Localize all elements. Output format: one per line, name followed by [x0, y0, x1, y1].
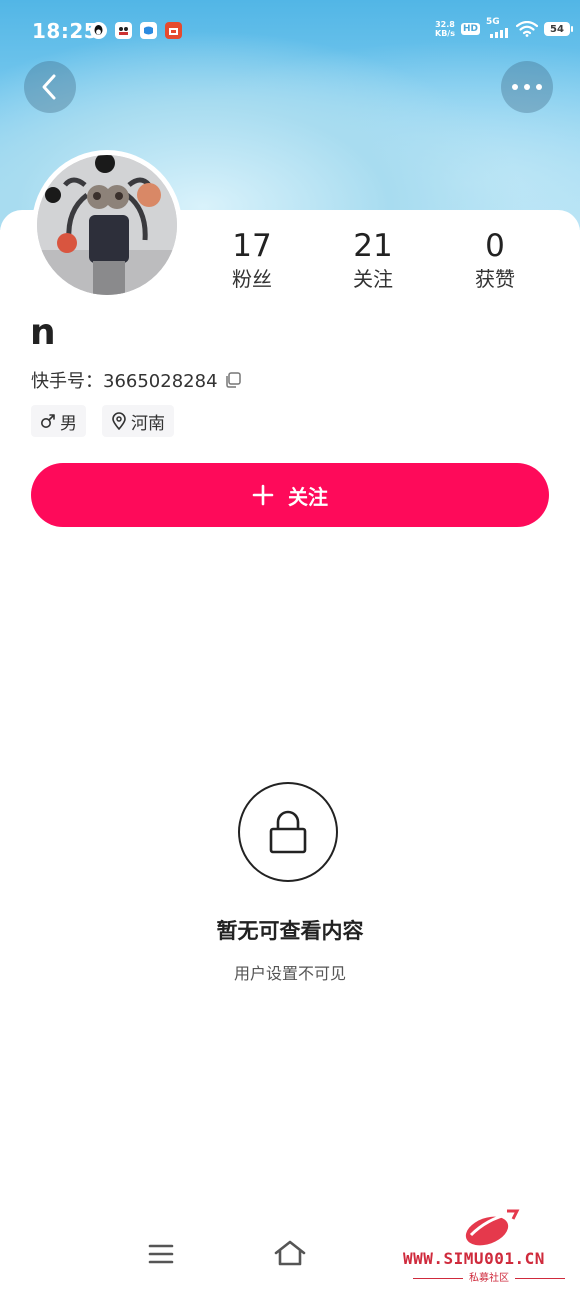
home-button[interactable] [272, 1238, 308, 1272]
message-app-icon [140, 22, 157, 39]
avatar-image [37, 155, 177, 295]
follow-button[interactable]: 关注 [31, 463, 549, 527]
stat-followers[interactable]: 17 粉丝 [197, 228, 307, 294]
user-id-label: 快手号：3665028284 [31, 371, 218, 392]
location-pin-icon [112, 412, 126, 430]
lock-icon-circle [238, 782, 338, 882]
avatar[interactable] [32, 150, 182, 300]
following-label: 关注 [353, 267, 393, 291]
recent-apps-button[interactable] [147, 1243, 175, 1269]
stat-following[interactable]: 21 关注 [318, 228, 428, 294]
followers-label: 粉丝 [232, 267, 272, 291]
following-count: 21 [353, 228, 393, 264]
watermark-logo-icon [465, 1209, 520, 1246]
status-bar: 18:25 32.8 KB/s HD 5G 54 [0, 0, 580, 62]
followers-count: 17 [232, 228, 272, 264]
back-button[interactable] [24, 61, 76, 113]
follow-button-label: 关注 [288, 484, 328, 509]
menu-icon [148, 1244, 174, 1264]
photo-app-icon [115, 22, 132, 39]
empty-state-subtitle: 用户设置不可见 [233, 964, 346, 983]
plus-icon [252, 484, 274, 506]
network-type-label: 5G [486, 17, 500, 27]
qq-icon [90, 22, 107, 39]
wifi-icon [516, 21, 538, 37]
likes-label: 获赞 [475, 267, 515, 291]
shopping-app-icon [165, 22, 182, 39]
home-icon [274, 1240, 306, 1266]
gender-label: 男 [60, 413, 77, 434]
location-tag: 河南 [102, 405, 174, 437]
user-id-value: 3665028284 [103, 371, 218, 392]
likes-count: 0 [485, 228, 505, 264]
more-dots-icon [512, 84, 542, 90]
male-icon [41, 414, 55, 428]
gender-tag: 男 [31, 405, 86, 437]
watermark-url: WWW.SIMU001.CN [403, 1249, 545, 1268]
copy-icon[interactable] [224, 371, 242, 389]
lock-icon [269, 810, 307, 854]
stat-likes[interactable]: 0 获赞 [440, 228, 550, 294]
watermark: WWW.SIMU001.CN 私募社区 [403, 1205, 575, 1285]
watermark-subtitle: 私募社区 [403, 1269, 575, 1284]
network-speed-value: 32.8 [435, 20, 455, 29]
chevron-left-icon [42, 74, 56, 100]
status-time: 18:25 [32, 19, 99, 43]
network-speed-unit: KB/s [435, 29, 455, 38]
username: n [30, 312, 56, 353]
location-label: 河南 [131, 413, 165, 434]
cellular-signal-icon: 5G [486, 17, 510, 38]
empty-state-title: 暂无可查看内容 [216, 919, 364, 943]
user-id-row: 快手号：3665028284 [31, 367, 242, 393]
more-options-button[interactable] [501, 61, 553, 113]
hd-badge: HD [460, 23, 480, 35]
network-speed: 32.8 KB/s [435, 20, 455, 38]
battery-indicator: 54 [544, 22, 573, 36]
system-status-icons: 32.8 KB/s HD 5G 54 [435, 17, 573, 38]
notification-icons [90, 22, 182, 39]
